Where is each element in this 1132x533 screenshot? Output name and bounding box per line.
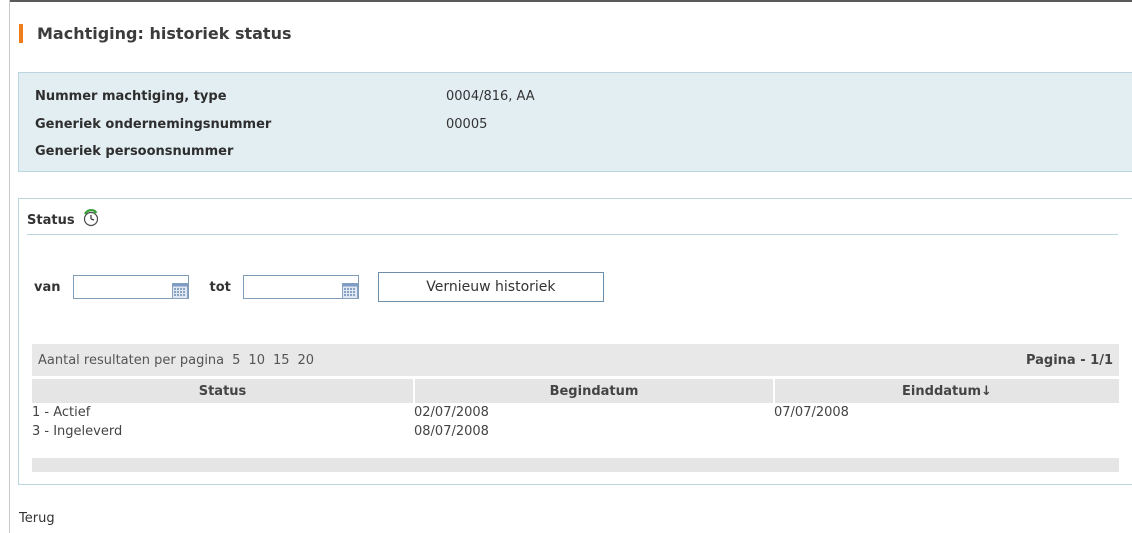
page-size-option-15[interactable]: 15 xyxy=(273,353,290,368)
table-cell: 1 - Actief xyxy=(32,405,91,420)
info-row-company-number: Generiek ondernemingsnummer 00005 xyxy=(35,114,487,134)
table-cell: 02/07/2008 xyxy=(414,405,489,420)
info-label: Generiek ondernemingsnummer xyxy=(35,116,272,132)
table-cell: 08/07/2008 xyxy=(414,424,489,439)
table-row: 1 - Actief 02/07/2008 07/07/2008 xyxy=(32,403,1119,422)
column-header-status[interactable]: Status xyxy=(32,379,415,403)
page-indicator: Pagina - 1/1 xyxy=(1025,352,1113,368)
calendar-icon[interactable] xyxy=(171,283,188,299)
info-panel: Nummer machtiging, type 0004/816, AA Gen… xyxy=(18,72,1132,172)
table-row: 3 - Ingeleverd 08/07/2008 xyxy=(32,422,1119,441)
info-row-person-number: Generiek persoonsnummer xyxy=(35,141,446,161)
page-size-label: Aantal resultaten per pagina xyxy=(38,352,225,368)
table-cell xyxy=(774,422,1119,441)
page-size-selector: Aantal resultaten per pagina 5 10 15 20 xyxy=(38,353,314,368)
to-label: tot xyxy=(209,279,231,295)
info-value: 0004/816, AA xyxy=(446,88,535,104)
from-label: van xyxy=(34,279,61,295)
page-header: Machtiging: historiek status xyxy=(19,22,291,44)
page-size-option-5[interactable]: 5 xyxy=(232,353,240,368)
table-footer xyxy=(32,458,1119,472)
title-accent-bar xyxy=(19,23,23,43)
pager-bar: Aantal resultaten per pagina 5 10 15 20 … xyxy=(32,344,1119,376)
status-history-table: Status Begindatum Einddatum↓ 1 - Actief … xyxy=(32,379,1119,441)
info-label: Generiek persoonsnummer xyxy=(35,143,234,159)
renew-history-button[interactable]: Vernieuw historiek xyxy=(377,272,604,302)
refresh-icon[interactable] xyxy=(81,208,101,228)
date-filter-row: van tot Vernieuw historiek xyxy=(34,272,604,302)
column-header-start-date[interactable]: Begindatum xyxy=(414,379,775,403)
info-row-number: Nummer machtiging, type 0004/816, AA xyxy=(35,86,535,106)
table-header-row: Status Begindatum Einddatum↓ xyxy=(32,379,1119,403)
page-size-option-10[interactable]: 10 xyxy=(248,353,265,368)
table-cell: 3 - Ingeleverd xyxy=(32,424,123,439)
status-header: Status xyxy=(27,207,1118,235)
table-cell: 07/07/2008 xyxy=(774,405,849,420)
status-panel: Status van tot Vernieuw historiek Aantal… xyxy=(18,198,1132,485)
info-label: Nummer machtiging, type xyxy=(35,88,227,104)
info-value: 00005 xyxy=(446,116,488,132)
column-header-end-date[interactable]: Einddatum↓ xyxy=(774,379,1119,403)
top-border xyxy=(9,0,1132,2)
left-border xyxy=(9,0,10,533)
page-title: Machtiging: historiek status xyxy=(37,23,292,43)
status-title: Status xyxy=(27,213,75,228)
calendar-icon[interactable] xyxy=(341,283,358,299)
back-link[interactable]: Terug xyxy=(19,511,55,526)
page-size-option-20[interactable]: 20 xyxy=(298,353,315,368)
